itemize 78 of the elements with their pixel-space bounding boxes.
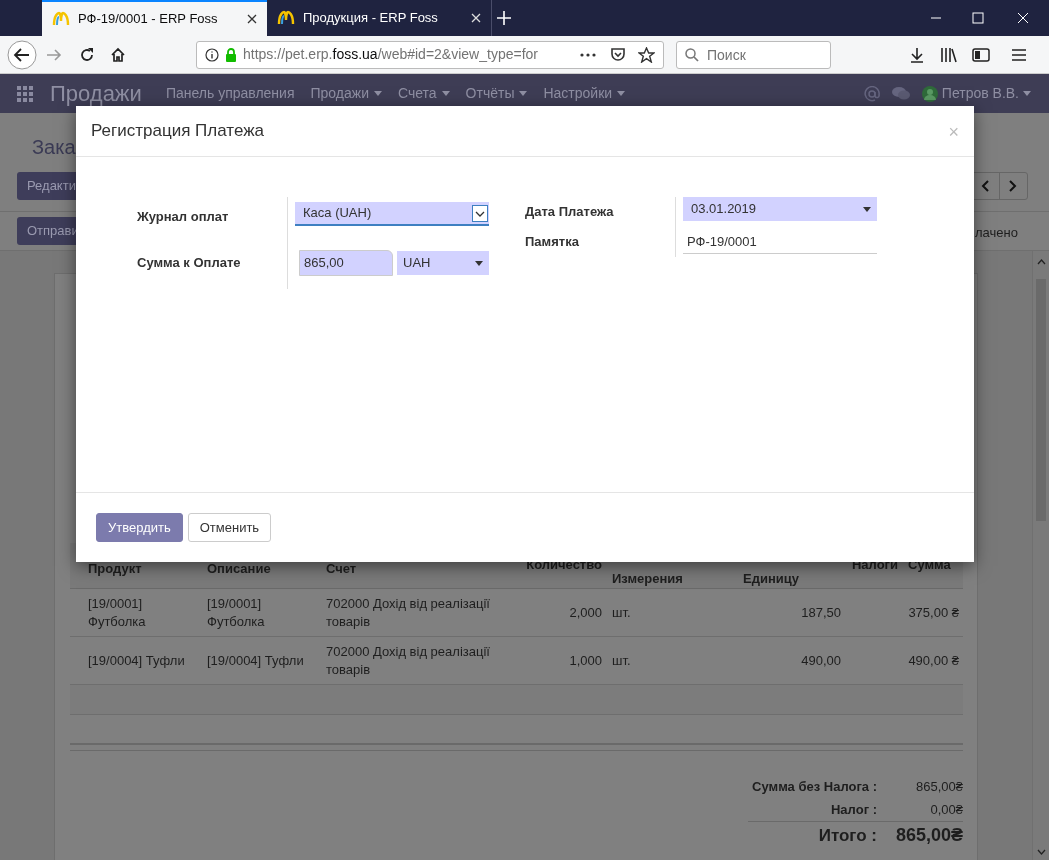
table-cell: 187,50 — [801, 604, 841, 620]
pocket-icon[interactable] — [610, 47, 626, 62]
field-label: Сумма к Оплате — [137, 254, 242, 273]
maximize-icon[interactable] — [972, 12, 984, 24]
dialog-title: Регистрация Платежа — [91, 120, 264, 143]
total-value: 865,00₴ — [915, 777, 963, 796]
scroll-down-icon[interactable] — [1037, 849, 1046, 855]
chevron-left-icon[interactable] — [980, 180, 989, 192]
field-label: Журнал оплат — [137, 208, 230, 227]
address-bar[interactable]: https://pet.erp.foss.ua/web#id=2&view_type=for — [196, 40, 664, 69]
caret-icon — [1023, 91, 1031, 96]
confirm-button[interactable]: Утвердить — [96, 513, 183, 542]
back-icon[interactable] — [7, 39, 37, 70]
total-value: 865,00₴ — [894, 824, 963, 847]
table-cell: 1,000 — [569, 652, 602, 668]
caret-icon — [441, 91, 450, 96]
field-label: Памятка — [525, 233, 580, 252]
avatar-icon — [921, 85, 938, 102]
table-cell: шт. — [612, 604, 631, 620]
reload-icon[interactable] — [79, 46, 95, 63]
total-value: 0,00₴ — [929, 800, 963, 819]
library-icon[interactable] — [940, 46, 958, 63]
menu-item[interactable]: Продажи — [310, 83, 382, 104]
table-cell: 490,00 — [801, 652, 841, 668]
menu-icon[interactable] — [1011, 47, 1027, 62]
more-icon[interactable] — [580, 52, 596, 57]
chevron-down-icon[interactable] — [472, 204, 488, 222]
table-cell: шт. — [612, 652, 631, 668]
currency-select[interactable]: UAH — [397, 251, 489, 275]
total-label: Итого : — [818, 824, 877, 847]
info-icon — [205, 47, 219, 62]
chevron-right-icon[interactable] — [1009, 180, 1018, 192]
close-icon[interactable] — [247, 14, 257, 24]
status-step[interactable]: лачено — [975, 223, 1018, 243]
menu-item[interactable]: Счета — [398, 83, 450, 104]
total-label: Сумма без Налога : — [752, 777, 877, 796]
caret-icon — [617, 91, 626, 96]
field-label: Дата Платежа — [525, 203, 615, 222]
caret-icon — [519, 91, 528, 96]
table-cell: 702000 Дохід від реалізації товарів — [326, 643, 490, 677]
app-logo-icon — [52, 11, 70, 27]
table-cell: [19/0001] Футболка — [207, 595, 265, 629]
scroll-up-icon[interactable] — [1037, 259, 1046, 265]
close-button[interactable]: × — [948, 119, 959, 146]
sidebar-icon[interactable] — [972, 46, 990, 63]
select-field[interactable]: Каса (UAH) — [295, 202, 489, 226]
date-field[interactable]: 03.01.2019 — [683, 197, 877, 221]
table-cell: 2,000 — [569, 604, 602, 620]
url-text: https://pet.erp.foss.ua/web#id=2&view_type=for — [243, 45, 539, 64]
menu-item[interactable]: Панель управления — [165, 83, 295, 104]
memo-field[interactable]: РФ-19/0001 — [683, 230, 877, 254]
caret-icon — [475, 260, 483, 266]
download-icon[interactable] — [909, 46, 925, 63]
menu-item[interactable]: Настройки — [543, 83, 626, 104]
search-field[interactable]: Поиск — [676, 40, 831, 69]
new-tab-icon[interactable] — [496, 10, 512, 26]
page-title: Зака — [32, 135, 76, 160]
star-icon[interactable] — [638, 46, 655, 63]
table-cell: [19/0004] Туфли — [207, 652, 304, 668]
amount-field[interactable]: 865,00 — [299, 250, 393, 276]
search-icon — [685, 47, 699, 62]
caret-icon — [374, 91, 382, 96]
lock-icon — [225, 47, 237, 62]
app-title: Продажи — [50, 80, 142, 108]
table-cell: [19/0001] Футболка — [88, 595, 146, 629]
table-cell: 375,00 ₴ — [908, 604, 959, 620]
menu-item[interactable]: Отчёты — [465, 83, 528, 104]
cancel-button[interactable]: Отменить — [187, 513, 272, 542]
apps-grid-icon[interactable] — [17, 85, 33, 102]
user-menu[interactable]: Петров В.В. — [921, 83, 1031, 104]
table-cell: [19/0004] Туфли — [88, 652, 185, 668]
table-cell: 490,00 ₴ — [908, 652, 959, 668]
home-icon[interactable] — [110, 46, 126, 63]
browser-tab[interactable]: РФ-19/0001 - ERP Foss — [42, 0, 267, 36]
app-logo-icon — [277, 10, 295, 26]
forward-icon[interactable] — [46, 47, 62, 62]
total-label: Налог : — [831, 800, 877, 819]
table-cell: 702000 Дохід від реалізації товарів — [326, 595, 490, 629]
